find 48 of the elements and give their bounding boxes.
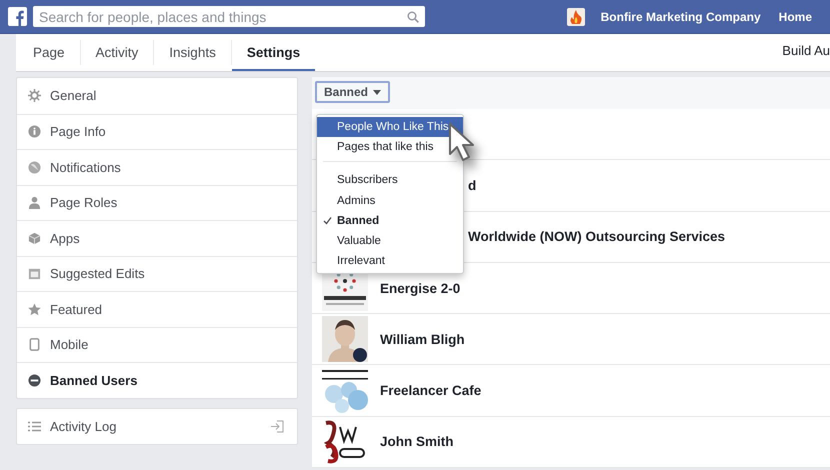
menu-item[interactable]: Valuable [317, 230, 463, 252]
tab[interactable]: Settings [232, 34, 316, 71]
build-link[interactable]: Build Au [782, 43, 830, 58]
caret-icon [373, 90, 382, 94]
flame-icon[interactable] [566, 8, 585, 26]
activity-log-item[interactable]: Activity Log [17, 408, 297, 444]
menu-item[interactable]: Admins [317, 190, 463, 211]
search-icon[interactable] [407, 10, 419, 22]
person-name[interactable]: Freelancer Cafe [380, 383, 482, 398]
person-row[interactable]: Freelancer Cafe [312, 365, 830, 417]
list-icon [28, 420, 41, 432]
sidebar-item[interactable]: Mobile [17, 326, 297, 362]
tab[interactable]: Page [18, 40, 81, 65]
sidebar-item[interactable]: Apps [17, 220, 297, 256]
info-icon [28, 125, 41, 138]
logo-icon[interactable] [8, 7, 27, 26]
sidebar-item[interactable]: General [17, 78, 297, 114]
person-name[interactable]: Energise 2-0 [380, 280, 460, 296]
no-entry-icon [28, 374, 41, 387]
cube-icon [28, 232, 41, 245]
tab[interactable]: Insights [154, 40, 232, 65]
star-icon [28, 302, 41, 316]
menu-item[interactable]: Banned [317, 210, 463, 231]
sidebar-item[interactable]: Suggested Edits [17, 256, 297, 291]
sidebar-item[interactable]: Banned Users [17, 362, 297, 398]
person-name[interactable]: d [468, 178, 476, 193]
person-name[interactable]: Worldwide (NOW) Outsourcing Services [468, 229, 726, 244]
page-name[interactable]: Bonfire Marketing Company [600, 10, 761, 24]
phone-icon [28, 338, 41, 352]
filter-dropdown[interactable]: Banned [315, 81, 390, 103]
person-name[interactable]: John Smith [380, 434, 454, 450]
sidebar-item[interactable]: Page Roles [17, 184, 297, 220]
globe-icon [28, 160, 41, 174]
gear-icon [28, 89, 41, 102]
person-icon [28, 196, 41, 210]
home-link[interactable]: Home [778, 10, 812, 24]
menu-item[interactable]: Subscribers [317, 170, 463, 191]
person-row[interactable]: William Bligh [312, 314, 830, 366]
sidebar-item[interactable]: Notifications [17, 149, 297, 184]
search-field[interactable]: Search for people, places and things [33, 6, 425, 27]
tab[interactable]: Activity [80, 40, 154, 65]
calendar-icon [28, 267, 41, 280]
check-icon [323, 216, 332, 226]
person-row[interactable]: John Smith [312, 416, 830, 468]
sidebar-item[interactable]: Featured [17, 291, 297, 326]
sidebar-item[interactable]: Page Info [17, 114, 297, 149]
person-name[interactable]: William Bligh [380, 332, 465, 347]
menu-item[interactable]: People Who Like This [317, 117, 463, 138]
